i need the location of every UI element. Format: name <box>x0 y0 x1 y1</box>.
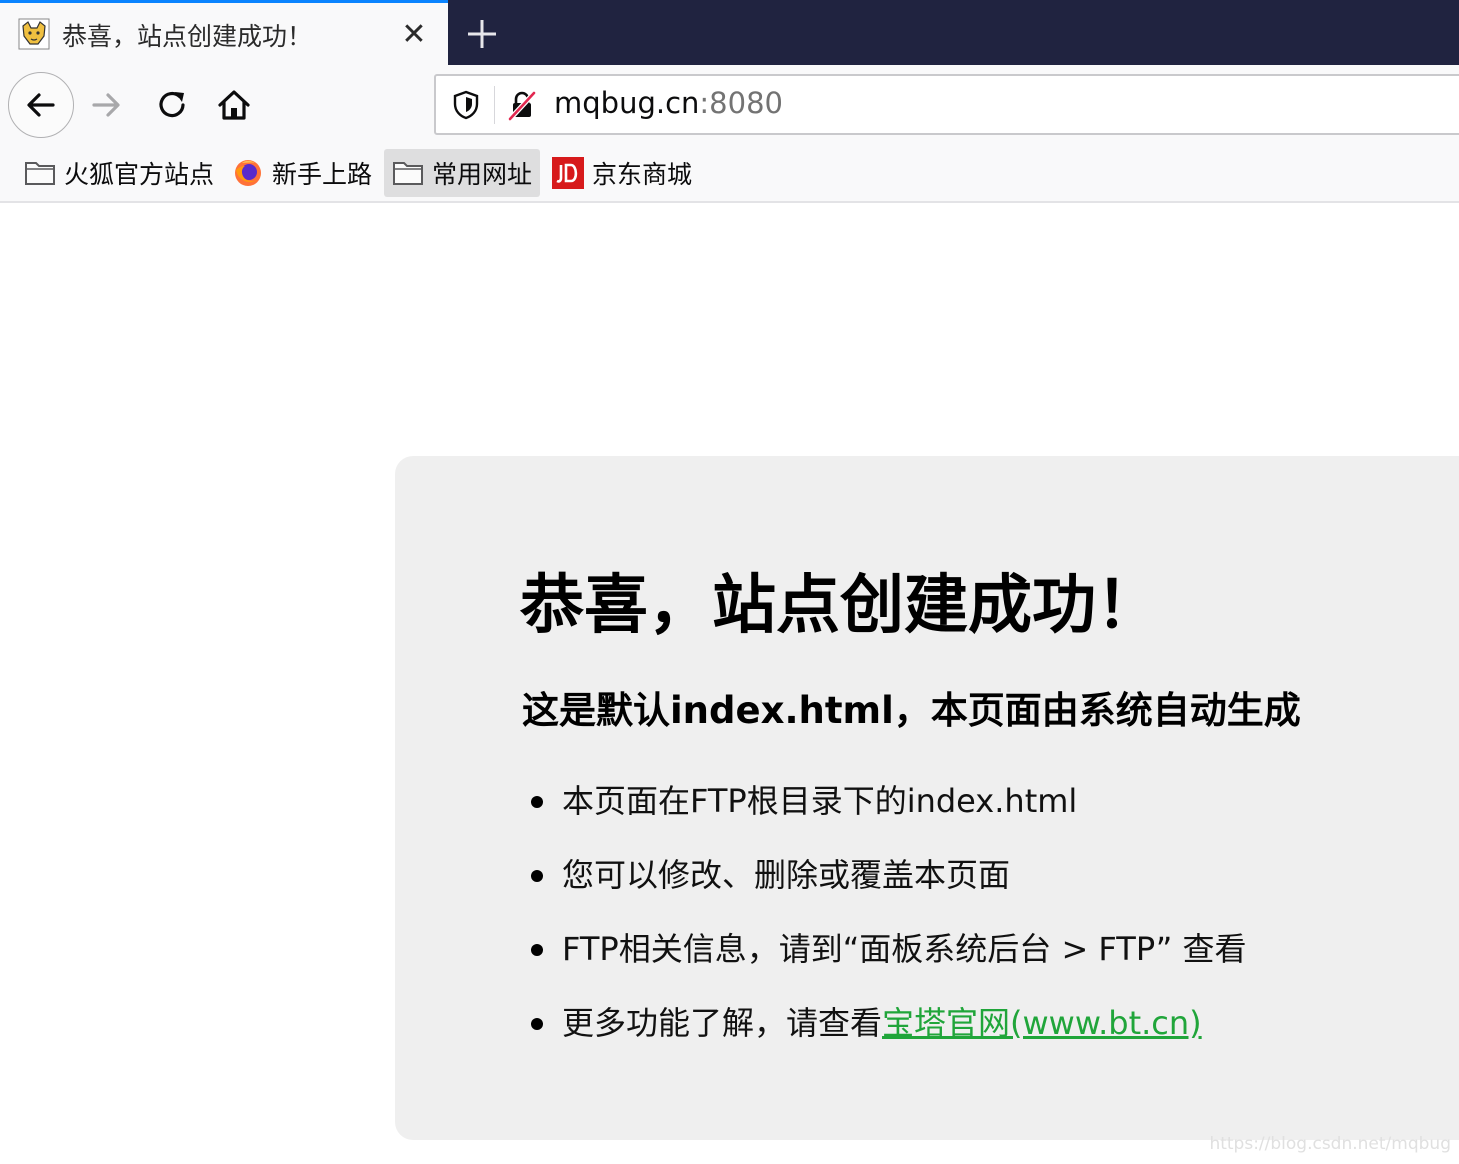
close-icon[interactable]: ✕ <box>396 17 432 53</box>
firefox-icon <box>232 159 264 187</box>
bookmark-firefox-official-site[interactable]: 火狐官方站点 <box>16 149 222 197</box>
list-item: 本页面在FTP根目录下的index.html <box>531 776 1246 850</box>
jd-icon <box>552 157 584 189</box>
tab-title: 恭喜，站点创建成功！ <box>62 22 313 51</box>
home-icon <box>218 90 250 120</box>
url-host: mqbug.cn <box>554 86 700 120</box>
bookmark-label: 新手上路 <box>272 160 373 189</box>
plus-icon[interactable] <box>462 14 502 54</box>
list-item-text: 更多功能了解，请查看 <box>562 1004 883 1042</box>
page-subheading: 这是默认index.html，本页面由系统自动生成 <box>522 689 1301 732</box>
bookmarks-toolbar: 火狐官方站点 新手上路 常用网址 京东商城 <box>0 145 1459 203</box>
tomcat-favicon <box>18 18 50 50</box>
browser-tab[interactable]: 恭喜，站点创建成功！ ✕ <box>0 0 448 65</box>
url-text[interactable]: mqbug.cn:8080 <box>554 86 783 120</box>
bookmark-folder-common-urls[interactable]: 常用网址 <box>384 149 541 197</box>
forward-button[interactable] <box>84 83 128 127</box>
watermark: https://blog.csdn.net/mqbug <box>1209 1134 1451 1154</box>
list-item: 您可以修改、删除或覆盖本页面 <box>531 850 1246 924</box>
tab-strip: 恭喜，站点创建成功！ ✕ <box>0 0 1459 65</box>
folder-icon <box>392 159 424 187</box>
content-card: 恭喜，站点创建成功！ 这是默认index.html，本页面由系统自动生成 本页面… <box>395 456 1459 1140</box>
page-heading: 恭喜，站点创建成功！ <box>520 569 1160 643</box>
list-item: FTP相关信息，请到“面板系统后台 > FTP” 查看 <box>531 924 1246 998</box>
bookmark-label: 京东商城 <box>592 160 693 189</box>
back-button[interactable] <box>8 72 74 138</box>
folder-icon <box>24 159 56 187</box>
arrow-left-icon <box>27 93 55 117</box>
arrow-right-icon <box>92 93 120 117</box>
bookmark-jd-mall[interactable]: 京东商城 <box>544 149 700 197</box>
home-button[interactable] <box>212 83 256 127</box>
url-port: :8080 <box>699 86 783 120</box>
bookmark-label: 火狐官方站点 <box>64 160 215 189</box>
list-item: 更多功能了解，请查看宝塔官网(www.bt.cn) <box>531 998 1246 1072</box>
info-list: 本页面在FTP根目录下的index.html 您可以修改、删除或覆盖本页面 FT… <box>531 776 1246 1072</box>
insecure-lock-icon[interactable] <box>506 89 538 121</box>
url-bar[interactable]: mqbug.cn:8080 <box>434 74 1459 135</box>
reload-icon <box>159 91 185 118</box>
reload-button[interactable] <box>150 83 194 127</box>
bookmark-getting-started[interactable]: 新手上路 <box>224 149 380 197</box>
bt-website-link[interactable]: 宝塔官网(www.bt.cn) <box>882 1004 1202 1042</box>
tracking-protection-shield-icon[interactable] <box>450 89 482 121</box>
navigation-toolbar: mqbug.cn:8080 <box>0 65 1459 145</box>
bookmark-label: 常用网址 <box>432 160 533 189</box>
url-separator <box>494 86 495 124</box>
